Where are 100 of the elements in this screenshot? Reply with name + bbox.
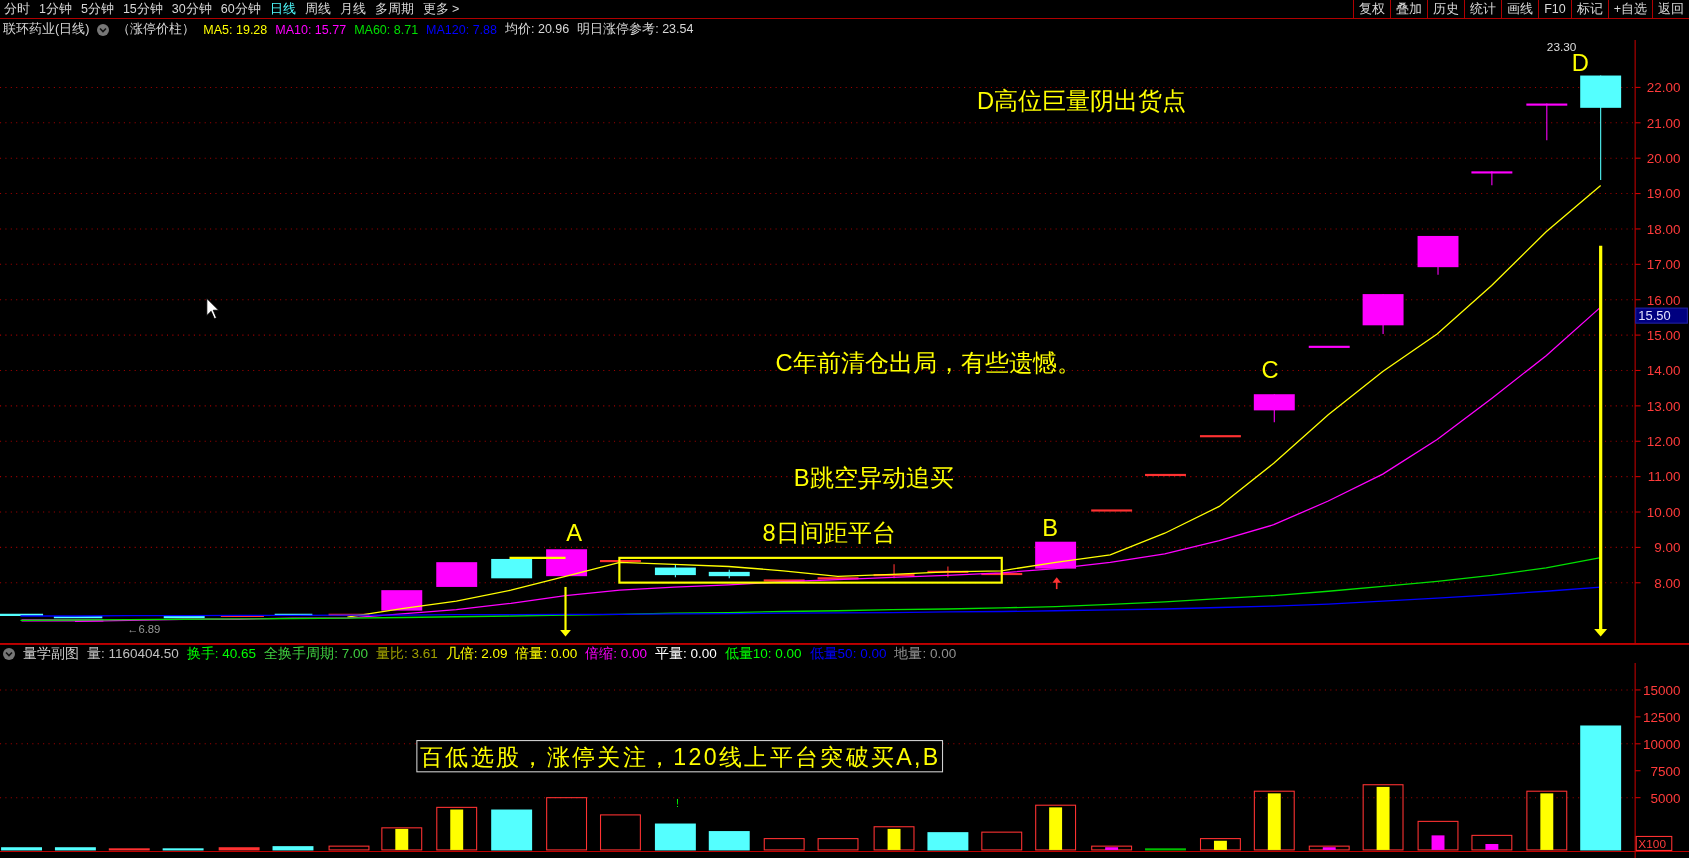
volume-bar <box>1035 804 1077 851</box>
volume-bar <box>1471 834 1513 851</box>
volume-bar <box>817 838 859 851</box>
volume-bar <box>1253 790 1295 851</box>
axis-label: 18.00 <box>1646 221 1681 237</box>
volume-bar <box>1 847 42 851</box>
toolbar-button[interactable]: 标记 <box>1570 0 1608 18</box>
volume-bar <box>162 848 204 851</box>
period-tab[interactable]: 15分钟 <box>122 0 163 18</box>
indicator-value: 量比: 3.61 <box>375 645 438 663</box>
period-tab[interactable]: 月线 <box>339 0 366 18</box>
period-tab[interactable]: 30分钟 <box>171 0 212 18</box>
ma-value: MA5: 19.28 <box>203 22 268 37</box>
candlestick <box>708 569 750 579</box>
period-tab[interactable]: 周线 <box>304 0 331 18</box>
candlestick <box>436 562 478 587</box>
candlestick <box>1145 473 1186 477</box>
toolbar-button[interactable]: F10 <box>1538 0 1571 18</box>
dropdown-icon[interactable] <box>3 648 15 660</box>
axis-label: 8.00 <box>1654 575 1681 591</box>
axis-label: 9.00 <box>1654 540 1681 556</box>
candlestick <box>491 558 533 579</box>
volume-bar <box>328 845 370 851</box>
candlestick <box>1526 102 1568 141</box>
ma-value: MA10: 15.77 <box>275 22 347 37</box>
candlestick <box>927 565 969 578</box>
volume-bar <box>927 832 969 851</box>
candlestick <box>600 560 641 563</box>
period-tab[interactable]: 分时 <box>4 0 30 18</box>
candlestick <box>981 572 1023 576</box>
toolbar-button[interactable]: 叠加 <box>1390 0 1428 18</box>
axis-label: 15.00 <box>1646 327 1681 343</box>
toolbar-button[interactable]: 历史 <box>1427 0 1465 18</box>
stat-value: 明日涨停参考: 23.54 <box>577 21 694 38</box>
period-tab[interactable]: 1分钟 <box>39 0 72 18</box>
volume-bar <box>1091 845 1133 851</box>
volume-bar <box>272 846 314 851</box>
point-label: B <box>1042 515 1059 542</box>
period-tab[interactable]: 更多 > <box>422 0 460 18</box>
candlestick <box>163 616 205 619</box>
candlestick <box>1035 541 1077 569</box>
cursor-icon <box>206 297 220 320</box>
ma-value: MA60: 8.71 <box>354 22 419 37</box>
toolbar-button[interactable]: 复权 <box>1353 0 1391 18</box>
volume-bar <box>1417 820 1459 851</box>
indicator-value: 地量: 0.00 <box>894 645 957 663</box>
annotation-text: C年前清仓出局，有些遗憾。 <box>775 349 1081 376</box>
candlestick <box>763 579 805 582</box>
volume-bar <box>654 823 696 851</box>
toolbar-button[interactable]: 返回 <box>1652 0 1689 18</box>
axis-label: 12500 <box>1642 709 1681 725</box>
current-price-tag: 15.50 <box>1635 307 1688 324</box>
volume-bar <box>1526 790 1568 851</box>
axis-label: 20.00 <box>1646 151 1681 167</box>
candlestick <box>546 549 588 577</box>
indicator-value: 倍缩: 0.00 <box>585 645 648 663</box>
axis-label: 16.00 <box>1646 292 1681 308</box>
annotation-text: 8日间距平台 <box>762 519 896 546</box>
volume-bar <box>1199 838 1241 851</box>
toolbar-button[interactable]: 统计 <box>1464 0 1502 18</box>
indicator-value: 低量50: 0.00 <box>809 645 887 663</box>
volume-bar <box>873 826 915 851</box>
candlestick <box>817 577 859 580</box>
down-arrow <box>560 586 571 637</box>
candlestick <box>220 614 264 618</box>
indicator-value: 换手: 40.65 <box>186 645 257 663</box>
axis-label: 11.00 <box>1647 469 1681 485</box>
low-price-label: ←6.89 <box>127 623 161 636</box>
candlestick <box>1253 393 1295 423</box>
marker-line <box>509 556 566 559</box>
axis-label: 10000 <box>1642 736 1681 752</box>
volume-bar <box>1145 848 1186 851</box>
point-label: A <box>566 519 583 546</box>
period-tab[interactable]: 日线 <box>269 0 296 18</box>
indicator-value: 倍量: 0.00 <box>515 645 578 663</box>
period-tab[interactable]: 60分钟 <box>220 0 261 18</box>
indicator-value: 全换手周期: 7.00 <box>264 645 368 663</box>
stat-value: 均价: 20.96 <box>505 21 570 38</box>
period-tab[interactable]: 5分钟 <box>80 0 114 18</box>
period-tab[interactable]: 多周期 <box>374 0 414 18</box>
annotation-text: D高位巨量阴出货点 <box>977 87 1187 114</box>
toolbar-button[interactable]: 画线 <box>1501 0 1539 18</box>
volume-bar <box>436 806 478 851</box>
axis-label: 5000 <box>1650 790 1681 806</box>
dropdown-icon[interactable] <box>97 23 110 36</box>
candlestick <box>1308 345 1350 348</box>
candlestick <box>1091 509 1133 512</box>
volume-bar <box>981 831 1023 851</box>
axis-label: 14.00 <box>1646 363 1681 379</box>
axis-label: 12.00 <box>1646 434 1681 450</box>
indicator-value: 低量10: 0.00 <box>724 645 802 663</box>
candlestick <box>1471 170 1513 186</box>
indicator-value: 平量: 0.00 <box>655 645 717 663</box>
indicator-value: 量: 1160404.50 <box>87 645 179 663</box>
axis-label: 22.00 <box>1646 80 1681 96</box>
toolbar-button[interactable]: +自选 <box>1607 0 1652 18</box>
axis-label: 7500 <box>1650 763 1681 779</box>
volume-bar <box>108 848 150 851</box>
volume-bar <box>546 797 588 851</box>
axis-label: 10.00 <box>1646 504 1681 520</box>
